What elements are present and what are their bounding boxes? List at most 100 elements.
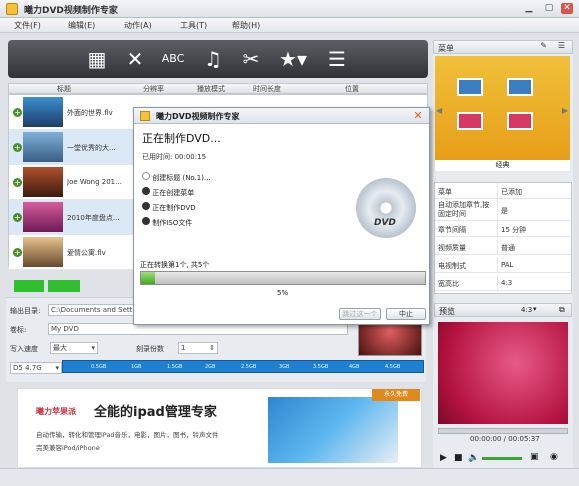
menu-icon[interactable]: ☰: [324, 46, 350, 72]
stop-icon[interactable]: ■: [454, 453, 463, 463]
prop-value: PAL: [501, 261, 514, 269]
speed-value: 最大: [53, 344, 67, 352]
menu-thumb: [457, 78, 483, 96]
col-resolution[interactable]: 分辨率: [143, 84, 164, 94]
menu-template-preview[interactable]: ◀ ▶ 经典: [435, 56, 570, 171]
next-template-icon[interactable]: ▶: [562, 106, 568, 115]
preview-header: 预览 4:3 ▾ ⧉: [434, 303, 572, 317]
prop-value: 普通: [501, 244, 515, 252]
banner-brand: 曦力苹果派: [36, 407, 76, 416]
prop-value: 15 分钟: [501, 226, 527, 234]
seek-bar[interactable]: [438, 428, 568, 434]
col-position[interactable]: 位置: [345, 84, 359, 94]
step-label: 正在制作DVD: [152, 204, 196, 212]
popout-icon[interactable]: ⧉: [559, 305, 565, 315]
prop-key: 自动添加章节,按固定时间: [438, 201, 490, 218]
maximize-icon[interactable]: ▢: [543, 3, 555, 14]
camera-icon[interactable]: ◉: [550, 452, 558, 462]
add-video-icon[interactable]: ▦: [84, 46, 110, 72]
audio-icon[interactable]: ♫: [200, 46, 226, 72]
file-name: 一堂优秀的大...: [67, 144, 116, 152]
subtitle-icon[interactable]: ABC: [158, 46, 188, 72]
menu-thumb: [457, 112, 483, 130]
stop-button[interactable]: 中止: [386, 308, 426, 320]
speed-label: 写入速度: [10, 345, 38, 353]
stepper-icon[interactable]: ⇕: [209, 343, 215, 354]
minimize-icon[interactable]: ▁: [523, 3, 535, 14]
spinner-icon: [142, 172, 150, 180]
col-play-mode[interactable]: 播放模式: [197, 84, 225, 94]
col-duration[interactable]: 时间长度: [253, 84, 281, 94]
prev-template-icon[interactable]: ◀: [436, 106, 442, 115]
menu-thumb: [507, 78, 533, 96]
col-title[interactable]: 标题: [57, 84, 71, 94]
snapshot-folder-icon[interactable]: ▣: [530, 452, 539, 462]
list-icon[interactable]: ☰: [558, 41, 565, 50]
prop-row[interactable]: 菜单 已添加: [435, 183, 571, 199]
menu-tools[interactable]: 工具(T): [180, 20, 207, 31]
thumbnail: [23, 237, 63, 267]
promo-banner[interactable]: 曦力苹果派 全能的ipad管理专家 自动传输，转化和管理iPad音乐，电影，图片…: [17, 388, 422, 468]
output-dir-label: 输出目录:: [10, 307, 41, 315]
dvd-icon: DVD: [356, 178, 416, 238]
preview-window[interactable]: [438, 322, 568, 424]
ipad-illustration: [268, 397, 398, 463]
progress-bar: [140, 271, 426, 285]
toolbar: ▦ ✕ ABC ♫ ✂ ★▾ ☰: [8, 40, 428, 78]
copies-value: 1: [181, 344, 186, 352]
prop-key: 宽高比: [438, 280, 459, 288]
prop-value: 是: [501, 207, 508, 215]
prop-row[interactable]: 自动添加章节,按固定时间 是: [435, 199, 571, 221]
effect-icon[interactable]: ★▾: [276, 46, 310, 72]
dialog-heading: 正在制作DVD...: [142, 132, 221, 145]
capacity-tick: 1.5GB: [167, 364, 183, 370]
prop-row[interactable]: 视频质量 普通: [435, 239, 571, 255]
play-icon[interactable]: ▶: [440, 453, 447, 463]
expand-icon[interactable]: +: [13, 213, 22, 222]
banner-line2: 完美兼容iPod/iPhone: [36, 444, 100, 452]
free-badge: 永久免费: [372, 389, 420, 401]
prop-value: 已添加: [501, 188, 522, 196]
time-display: 00:00:00 / 00:05:37: [470, 435, 540, 443]
expand-icon[interactable]: +: [13, 248, 22, 257]
menu-file[interactable]: 文件(F): [14, 20, 41, 31]
close-icon[interactable]: ✕: [411, 109, 425, 122]
output-dir-field[interactable]: C:\Documents and Sett: [48, 304, 136, 316]
expand-icon[interactable]: +: [13, 108, 22, 117]
chevron-down-icon: ▾: [55, 364, 59, 372]
pending-icon: [142, 202, 150, 210]
copies-stepper[interactable]: 1 ⇕: [178, 342, 218, 354]
volume-label: 卷标:: [10, 326, 27, 334]
menu-properties: 菜单 已添加 自动添加章节,按固定时间 是 章节间隔 15 分钟 视频质量 普通 电视制…: [434, 182, 572, 294]
expand-icon[interactable]: +: [13, 178, 22, 187]
volume-icon[interactable]: 🔈: [468, 453, 479, 463]
thumbnail: [23, 132, 63, 162]
capacity-tick: 4GB: [349, 364, 360, 370]
prop-row[interactable]: 宽高比 4:3: [435, 275, 571, 291]
capacity-tick: 0.5GB: [91, 364, 107, 370]
capacity-tick: 1GB: [131, 364, 142, 370]
aspect-select[interactable]: 4:3: [521, 306, 532, 314]
chevron-down-icon[interactable]: ▾: [533, 305, 537, 313]
delete-icon[interactable]: ✕: [122, 46, 148, 72]
capacity-tick: 3GB: [279, 364, 290, 370]
prop-row[interactable]: 电视制式 PAL: [435, 257, 571, 273]
pending-icon: [142, 217, 150, 225]
close-icon[interactable]: ✕: [561, 3, 573, 14]
menu-edit[interactable]: 编辑(E): [68, 20, 95, 31]
progress-percent: 5%: [277, 289, 289, 297]
disc-type-value: D5 4.7G: [13, 364, 42, 372]
expand-icon[interactable]: +: [13, 143, 22, 152]
menu-help[interactable]: 帮助(H): [232, 20, 260, 31]
file-name: Joe Wong 201...: [67, 178, 122, 186]
skip-button[interactable]: 跳过这一个: [339, 308, 381, 320]
menu-action[interactable]: 动作(A): [124, 20, 152, 31]
disc-type-select[interactable]: D5 4.7G ▾: [10, 362, 62, 374]
volume-slider[interactable]: [482, 457, 522, 460]
thumbnail: [23, 167, 63, 197]
prop-row[interactable]: 章节间隔 15 分钟: [435, 221, 571, 237]
edit-icon[interactable]: ✎: [540, 41, 547, 50]
speed-select[interactable]: 最大 ▾: [50, 342, 98, 354]
edit-clip-icon[interactable]: ✂: [238, 46, 264, 72]
banner-headline: 全能的ipad管理专家: [94, 405, 217, 420]
